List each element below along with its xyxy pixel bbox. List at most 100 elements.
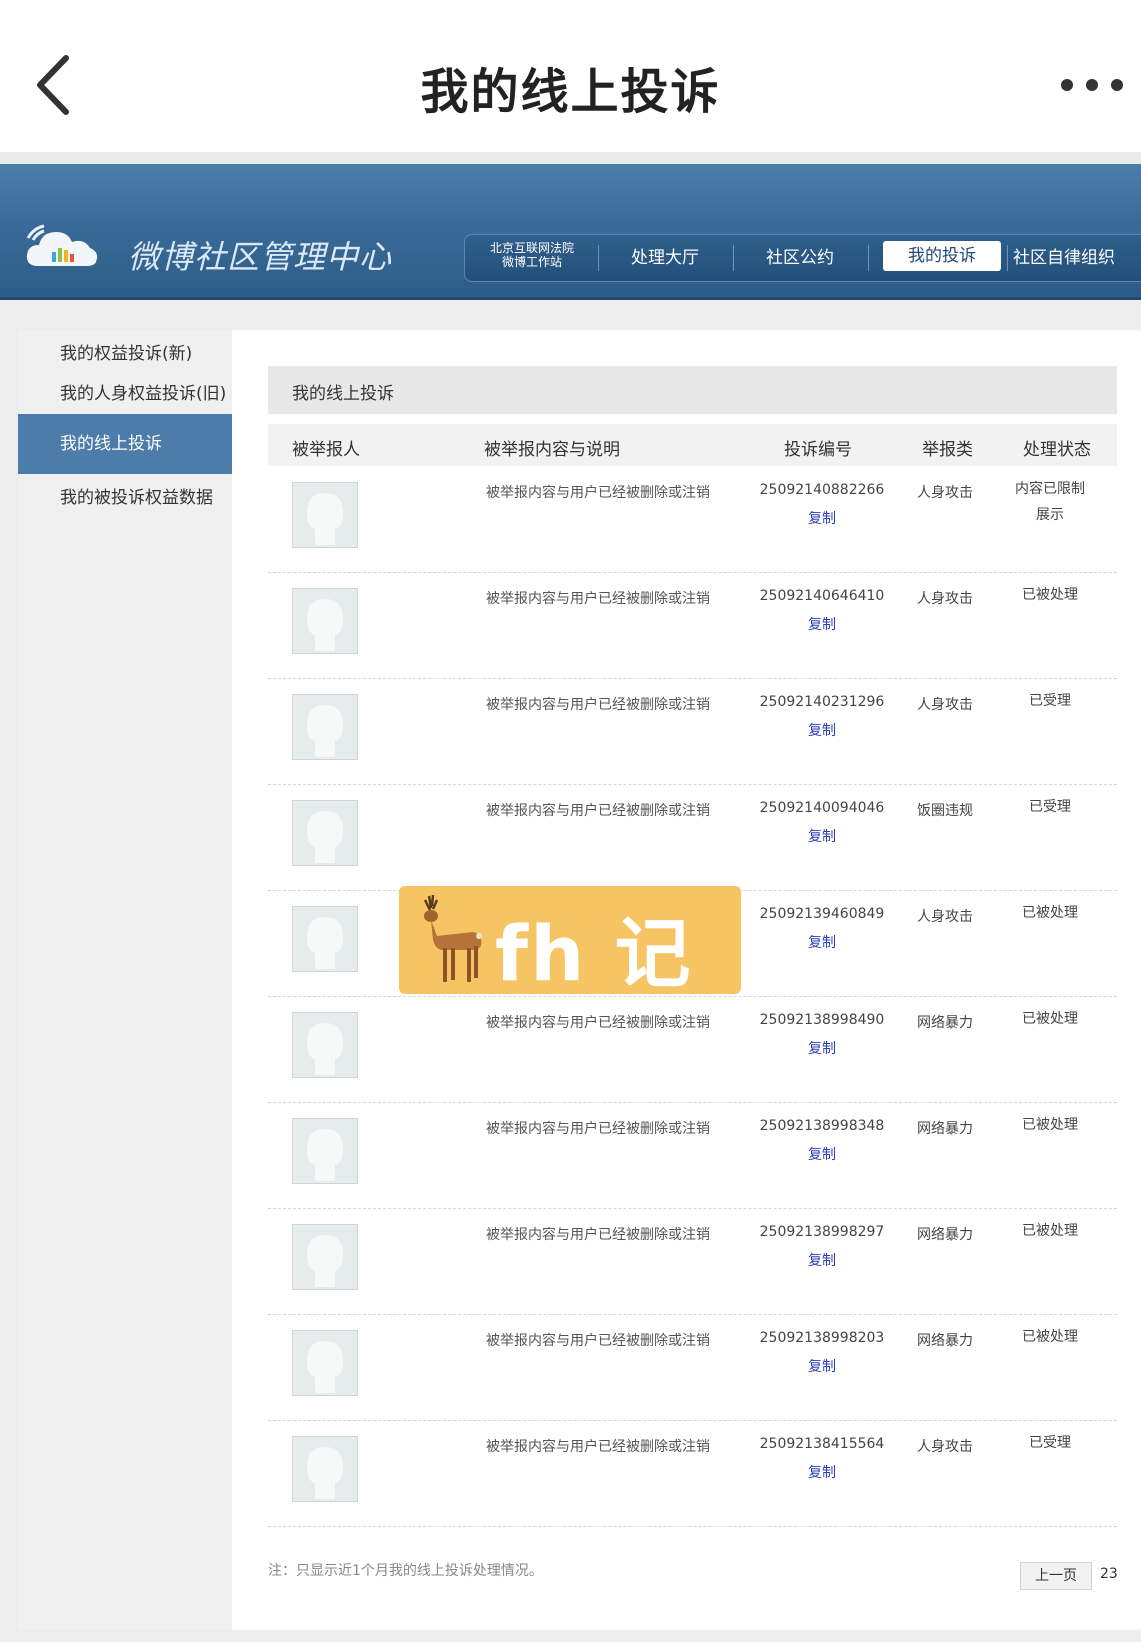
sidebar: 我的权益投诉(新) 我的人身权益投诉(旧) 我的线上投诉 我的被投诉权益数据 (18, 330, 232, 1630)
panel-title: 我的线上投诉 (292, 384, 394, 404)
complaint-id: 25092139460849 (759, 906, 885, 922)
col-complaint-id: 投诉编号 (784, 440, 852, 460)
nav-divider (868, 245, 869, 271)
avatar[interactable] (292, 1224, 358, 1290)
table-row: 被举报内容与用户已经被删除或注销 25092138998348 复制 网络暴力 已被处理 (268, 1102, 1117, 1209)
complaint-description: 被举报内容与用户已经被删除或注销 (486, 1439, 710, 1455)
complaint-id: 25092140094046 (759, 800, 885, 816)
copy-link[interactable]: 复制 (758, 1250, 886, 1270)
complaint-id: 25092140882266 (759, 482, 885, 498)
avatar[interactable] (292, 482, 358, 548)
copy-link[interactable]: 复制 (758, 720, 886, 740)
complaint-type: 人身攻击 (917, 591, 973, 607)
table-row: 被举报内容与用户已经被删除或注销 25092138415564 复制 人身攻击 已受理 (268, 1420, 1117, 1527)
table-row: 被举报内容与用户已经被删除或注销 25092140882266 复制 人身攻击 内容已限… (268, 466, 1117, 573)
complaint-status: 已受理 (1029, 693, 1071, 709)
copy-link[interactable]: 复制 (758, 1144, 886, 1164)
complaint-type: 网络暴力 (917, 1227, 973, 1243)
footer-note: 注：只显示近1个月我的线上投诉处理情况。 (268, 1563, 543, 1579)
copy-link[interactable]: 复制 (758, 1462, 886, 1482)
main-nav: 北京互联网法院 微博工作站 处理大厅 社区公约 我的投诉 社区自律组织 (464, 234, 1141, 282)
watermark: fh 记录 (399, 886, 741, 1108)
complaint-description: 被举报内容与用户已经被删除或注销 (486, 697, 710, 713)
complaint-id: 25092138998297 (759, 1224, 885, 1240)
col-reported-user: 被举报人 (292, 440, 360, 460)
complaint-type: 饭圈违规 (917, 803, 973, 819)
complaint-id: 25092138998490 (759, 1012, 885, 1028)
nav-item-convention[interactable]: 社区公约 (734, 235, 866, 281)
complaint-type: 人身攻击 (917, 909, 973, 925)
copy-link[interactable]: 复制 (758, 826, 886, 846)
complaint-status: 已受理 (1029, 799, 1071, 815)
avatar[interactable] (292, 1330, 358, 1396)
complaint-status: 已受理 (1029, 1435, 1071, 1451)
col-status: 处理状态 (1023, 440, 1091, 460)
sidebar-item-personal-rights-old[interactable]: 我的人身权益投诉(旧) (18, 376, 232, 412)
table-row: 被举报内容与用户已经被删除或注销 25092138998203 复制 网络暴力 已被处理 (268, 1314, 1117, 1421)
complaint-status: 已被处理 (1022, 587, 1078, 603)
complaint-status: 已被处理 (1022, 1117, 1078, 1133)
deer-icon (407, 892, 493, 988)
complaint-type: 网络暴力 (917, 1121, 973, 1137)
nav-item-my-complaints[interactable]: 我的投诉 (883, 241, 1001, 271)
complaint-status: 已被处理 (1022, 1011, 1078, 1027)
complaint-description: 被举报内容与用户已经被删除或注销 (486, 591, 710, 607)
table-row: 被举报内容与用户已经被删除或注销 25092140231296 复制 人身攻击 已受理 (268, 678, 1117, 785)
copy-link[interactable]: 复制 (758, 1356, 886, 1376)
copy-link[interactable]: 复制 (758, 508, 886, 528)
avatar[interactable] (292, 1436, 358, 1502)
copy-link[interactable]: 复制 (758, 1038, 886, 1058)
complaint-type: 人身攻击 (917, 697, 973, 713)
complaint-id: 25092138998348 (759, 1118, 885, 1134)
nav-item-court[interactable]: 北京互联网法院 微博工作站 (479, 241, 585, 269)
avatar[interactable] (292, 906, 358, 972)
complaint-status: 内容已限制展示 (1015, 481, 1085, 523)
page-title: 我的线上投诉 (420, 64, 721, 120)
court-line-1: 北京互联网法院 (489, 241, 574, 255)
complaint-status: 已被处理 (1022, 1329, 1078, 1345)
court-line-2: 微博工作站 (501, 255, 562, 269)
complaint-id: 25092138998203 (759, 1330, 885, 1346)
complaint-description: 被举报内容与用户已经被删除或注销 (486, 1227, 710, 1243)
nav-item-hall[interactable]: 处理大厅 (599, 235, 731, 281)
complaint-type: 人身攻击 (917, 1439, 973, 1455)
divider (0, 152, 1141, 164)
avatar[interactable] (292, 694, 358, 760)
table-row: 被举报内容与用户已经被删除或注销 25092140646410 复制 人身攻击 已被处理 (268, 572, 1117, 679)
table-row: 被举报内容与用户已经被删除或注销 25092138998297 复制 网络暴力 已被处理 (268, 1208, 1117, 1315)
page-number: 23 (1100, 1566, 1118, 1582)
avatar[interactable] (292, 1012, 358, 1078)
complaint-id: 25092140231296 (759, 694, 885, 710)
complaint-id: 25092140646410 (759, 588, 885, 604)
table-row: 被举报内容与用户已经被删除或注销 25092140094046 复制 饭圈违规 已受理 (268, 784, 1117, 891)
complaint-type: 人身攻击 (917, 485, 973, 501)
app-top-bar: 我的线上投诉 (0, 0, 1141, 152)
more-options-icon[interactable] (1057, 72, 1127, 98)
complaint-status: 已被处理 (1022, 905, 1078, 921)
copy-link[interactable]: 复制 (758, 932, 886, 952)
nav-item-self-regulation[interactable]: 社区自律组织 (1013, 235, 1141, 281)
avatar[interactable] (292, 588, 358, 654)
avatar[interactable] (292, 800, 358, 866)
table-header: 被举报人 被举报内容与说明 投诉编号 举报类 处理状态 (268, 424, 1117, 466)
col-type: 举报类 (922, 440, 973, 460)
prev-page-button[interactable]: 上一页 (1020, 1562, 1092, 1590)
complaint-id: 25092138415564 (759, 1436, 885, 1452)
complaint-description: 被举报内容与用户已经被删除或注销 (486, 1333, 710, 1349)
sidebar-item-rights-new[interactable]: 我的权益投诉(新) (18, 336, 232, 372)
complaint-description: 被举报内容与用户已经被删除或注销 (486, 1121, 710, 1137)
avatar[interactable] (292, 1118, 358, 1184)
panel-header: 我的线上投诉 (268, 366, 1117, 414)
complaint-description: 被举报内容与用户已经被删除或注销 (486, 803, 710, 819)
nav-divider (1007, 245, 1008, 271)
sidebar-item-online-complaints[interactable]: 我的线上投诉 (18, 414, 232, 474)
sidebar-item-complained-data[interactable]: 我的被投诉权益数据 (18, 480, 232, 516)
col-description: 被举报内容与说明 (484, 440, 620, 460)
watermark-text: fh 记录 (495, 909, 693, 1108)
site-header: 微博社区管理中心 北京互联网法院 微博工作站 处理大厅 社区公约 我的投诉 社区… (0, 164, 1141, 300)
copy-link[interactable]: 复制 (758, 614, 886, 634)
complaint-type: 网络暴力 (917, 1015, 973, 1031)
cloud-logo-icon (24, 222, 100, 268)
site-logo-text: 微博社区管理中心 (128, 238, 393, 276)
complaint-type: 网络暴力 (917, 1333, 973, 1349)
